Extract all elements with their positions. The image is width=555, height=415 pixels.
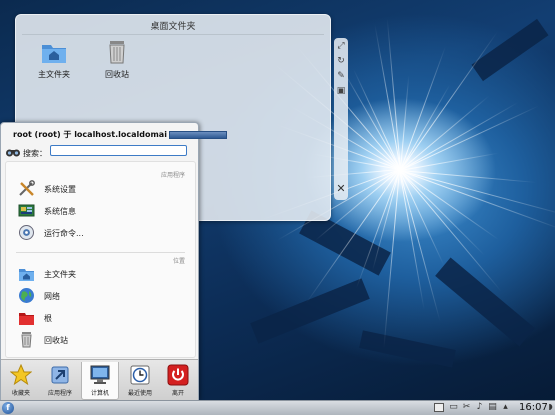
item-label: 根 xyxy=(44,314,52,323)
tab-label: 收藏夹 xyxy=(11,390,30,397)
network-icon xyxy=(18,287,35,304)
tab-computer[interactable]: 计算机 xyxy=(81,362,119,400)
desktop-item-label: 回收站 xyxy=(105,70,129,79)
computer-icon xyxy=(89,364,111,386)
launcher-tab-bar: 收藏夹 应用程序 计算机 最近使用 离开 xyxy=(1,359,198,400)
list-item-network[interactable]: 网络 xyxy=(18,287,188,305)
widget-handle-toolbar[interactable]: ⤢ ↻ ✎ ▣ xyxy=(334,38,348,200)
home-folder-icon xyxy=(18,265,35,282)
clipboard-icon[interactable]: ▤ xyxy=(487,402,498,413)
system-info-icon xyxy=(18,202,35,219)
folder-view-title: 桌面文件夹 xyxy=(150,22,196,32)
root-folder-icon xyxy=(18,309,35,326)
home-folder-icon xyxy=(40,39,68,65)
tab-applications[interactable]: 应用程序 xyxy=(41,362,79,400)
resize-icon[interactable]: ⤢ xyxy=(335,40,347,52)
config-icon[interactable]: ▣ xyxy=(335,85,347,97)
panel-toolbox-icon[interactable]: ◗ xyxy=(547,402,554,414)
tab-recently-used[interactable]: 最近使用 xyxy=(121,362,159,400)
item-label: 网络 xyxy=(44,292,60,301)
item-label: 系统设置 xyxy=(44,185,76,194)
list-item-system-settings[interactable]: 系统设置 xyxy=(18,180,188,198)
list-item-home[interactable]: 主文件夹 xyxy=(18,265,188,283)
item-label: 回收站 xyxy=(44,336,68,345)
tab-label: 离开 xyxy=(171,390,184,397)
volume-icon[interactable]: ♪ xyxy=(474,402,485,413)
search-label: 搜索： xyxy=(23,149,47,158)
trash-icon xyxy=(18,331,35,348)
desktop-item-label: 主文件夹 xyxy=(38,70,70,79)
list-item-trash[interactable]: 回收站 xyxy=(18,331,188,349)
rotate-icon[interactable]: ↻ xyxy=(335,55,347,67)
clock-icon xyxy=(129,364,151,386)
taskbar: f ▭ ✂ ♪ ▤ ▴ 16:07 ◗ xyxy=(0,400,555,415)
tab-label: 应用程序 xyxy=(47,390,72,397)
run-command-icon xyxy=(18,224,35,241)
desktop-item-home[interactable]: 主文件夹 xyxy=(26,39,82,80)
network-manager-icon[interactable]: ✂ xyxy=(461,402,472,413)
list-item-system-info[interactable]: 系统信息 xyxy=(18,202,188,220)
clock[interactable]: 16:07 xyxy=(519,402,548,413)
list-item-run-command[interactable]: 运行命令... xyxy=(18,224,188,242)
search-input[interactable] xyxy=(50,145,187,156)
divider xyxy=(22,34,324,35)
distro-logo xyxy=(168,130,227,139)
search-icon xyxy=(5,145,21,159)
list-item-root[interactable]: 根 xyxy=(18,309,188,327)
divider xyxy=(16,252,185,253)
computer-view: 应用程序 系统设置 系统信息 运行命令... 位置 主文件夹 网络 根 回收站 xyxy=(5,161,196,358)
star-icon xyxy=(9,363,33,386)
user-info: root (root) 于 localhost.localdomai xyxy=(13,129,227,140)
system-settings-icon xyxy=(18,180,35,197)
power-icon xyxy=(167,364,189,386)
wallpaper-shard xyxy=(250,278,370,344)
tray-expand-icon[interactable]: ▴ xyxy=(500,402,511,413)
tab-leave[interactable]: 离开 xyxy=(159,362,197,400)
desktop-item-trash[interactable]: 回收站 xyxy=(89,39,145,80)
settings-icon[interactable]: ✎ xyxy=(335,70,347,82)
device-notifier-icon[interactable]: ▭ xyxy=(448,402,459,413)
user-name: root (root) 于 localhost.localdomai xyxy=(13,130,167,139)
item-label: 主文件夹 xyxy=(44,270,76,279)
applications-icon xyxy=(49,364,71,386)
trash-icon xyxy=(103,39,131,65)
close-icon[interactable]: ✕ xyxy=(334,182,348,196)
pager-icon[interactable] xyxy=(434,403,444,412)
tab-label: 最近使用 xyxy=(127,390,152,397)
application-launcher: root (root) 于 localhost.localdomai 搜索： 应… xyxy=(0,122,227,400)
item-label: 运行命令... xyxy=(44,229,84,238)
section-header-places: 位置 xyxy=(172,258,185,265)
tab-favorites[interactable]: 收藏夹 xyxy=(2,362,40,400)
item-label: 系统信息 xyxy=(44,207,76,216)
tab-label: 计算机 xyxy=(90,390,109,397)
wallpaper-shard xyxy=(359,330,456,368)
launcher-button[interactable]: f xyxy=(2,402,14,414)
section-header-apps: 应用程序 xyxy=(160,172,185,179)
